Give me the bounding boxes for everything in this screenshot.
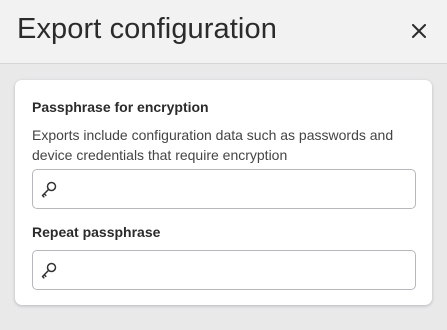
close-button[interactable] — [407, 19, 431, 43]
dialog-title: Export configuration — [17, 13, 277, 45]
passphrase-field[interactable] — [32, 169, 416, 209]
close-icon — [412, 24, 426, 38]
key-icon — [41, 181, 57, 198]
passphrase-label: Passphrase for encryption — [32, 99, 209, 115]
repeat-passphrase-field[interactable] — [32, 250, 416, 290]
passphrase-card: Passphrase for encryption Exports includ… — [15, 80, 432, 305]
repeat-passphrase-input[interactable] — [65, 251, 411, 289]
passphrase-input[interactable] — [65, 170, 411, 208]
repeat-passphrase-label: Repeat passphrase — [32, 224, 161, 240]
export-configuration-dialog: Export configuration Passphrase for encr… — [0, 0, 447, 330]
passphrase-help-text: Exports include configuration data such … — [32, 127, 394, 163]
key-icon — [41, 262, 57, 279]
dialog-header: Export configuration — [0, 0, 447, 64]
